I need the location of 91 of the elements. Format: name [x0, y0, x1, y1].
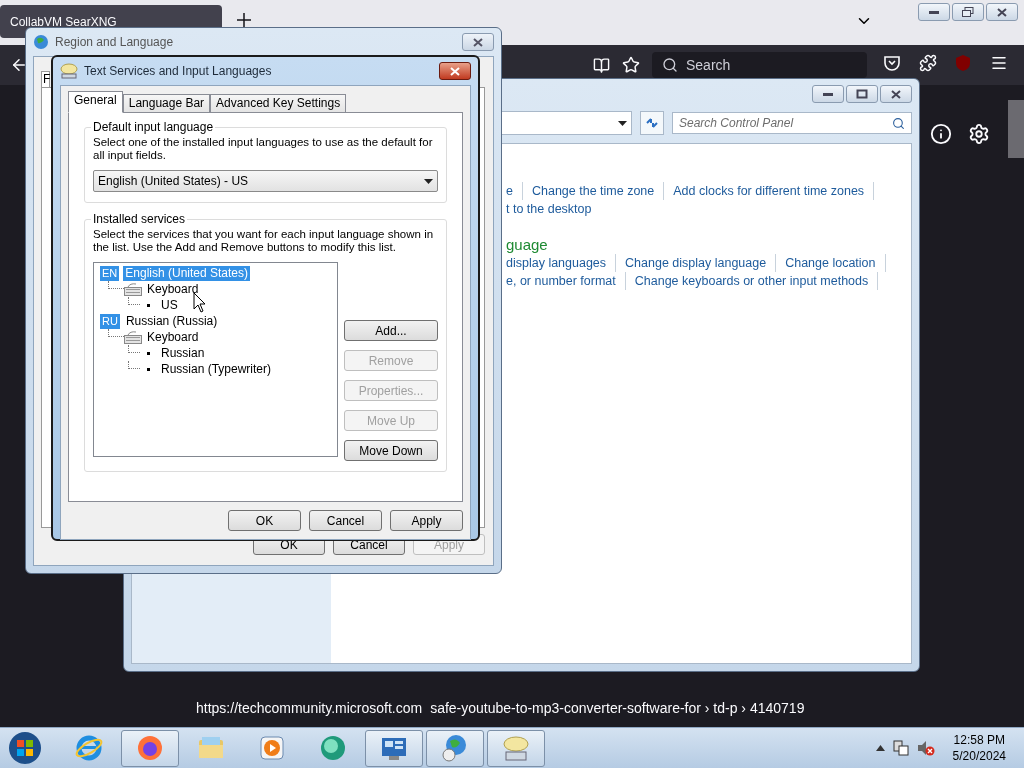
menu-icon[interactable] [990, 54, 1008, 72]
extensions-icon[interactable] [919, 54, 937, 72]
tree-item[interactable]: Keyboard [145, 329, 201, 345]
bullet-icon [147, 303, 150, 307]
link[interactable]: e, or number format [506, 272, 626, 290]
search-icon [892, 116, 905, 130]
dialog-button[interactable]: Cancel [309, 510, 382, 531]
keyboard-icon [124, 330, 142, 344]
tab[interactable]: Language Bar [122, 94, 211, 112]
tab[interactable]: Advanced Key Settings [210, 94, 347, 112]
pocket-icon[interactable] [883, 54, 901, 72]
windows-logo [8, 731, 42, 765]
caret-icon [618, 120, 627, 126]
volume-muted-icon[interactable] [916, 740, 935, 756]
restore-button[interactable] [952, 3, 984, 21]
link[interactable]: Change location [785, 254, 886, 272]
group-title: Default input language [91, 120, 216, 134]
bullet-icon [147, 367, 150, 371]
sphere-app-icon [318, 733, 348, 763]
show-hidden-icon[interactable] [875, 745, 885, 751]
tab[interactable]: General [68, 91, 123, 113]
link[interactable]: e [506, 182, 523, 200]
taskbar-app[interactable] [365, 729, 423, 767]
restore-icon [962, 7, 974, 17]
close-button[interactable] [880, 85, 912, 103]
dialog-button[interactable]: Apply [390, 510, 463, 531]
description: Select one of the installed input languages to use as the default for all input fields. [93, 136, 434, 162]
tree-item[interactable]: Russian (Russia) [123, 313, 220, 329]
close-button[interactable] [986, 3, 1018, 21]
maximize-icon [856, 89, 868, 99]
group-title: Installed services [91, 212, 188, 226]
reader-view-icon[interactable] [593, 56, 610, 74]
status-url: https://techcommunity.microsoft.com [196, 700, 423, 716]
close-button[interactable] [439, 62, 471, 80]
window-title: Region and Language [55, 35, 175, 49]
maximize-button[interactable] [846, 85, 878, 103]
taskbar-app[interactable] [487, 729, 545, 767]
taskbar-app[interactable] [121, 729, 179, 767]
minimize-button[interactable] [918, 3, 950, 21]
network-icon[interactable] [892, 740, 909, 756]
search-field[interactable]: Search [652, 52, 867, 78]
dialog-button[interactable]: Add... [344, 320, 438, 341]
star-icon[interactable] [622, 56, 640, 74]
keyboard-balloon-icon [501, 733, 531, 763]
caret-icon [424, 178, 433, 184]
globe-icon [33, 34, 49, 50]
minimize-icon [929, 10, 939, 14]
status-url: safe-youtube-to-mp3-converter-software-for › td-p › 4140719 [430, 700, 805, 716]
new-tab-icon[interactable] [236, 12, 252, 28]
settings-icon[interactable] [968, 123, 990, 145]
link[interactable]: display languages [506, 254, 617, 272]
language-dropdown[interactable]: English (United States) - US [93, 170, 438, 192]
description: Select the services that you want for each input language shown in the list. Use the Add and Remove buttons to modify this list. [93, 228, 435, 254]
window-title: Text Services and Input Languages [84, 64, 273, 78]
language-code-badge: EN [100, 265, 120, 281]
taskbar-app[interactable] [426, 729, 484, 767]
search-field[interactable]: Search Control Panel [672, 112, 912, 134]
tab[interactable]: F [41, 71, 50, 87]
close-icon [450, 66, 460, 76]
section-heading: guage [506, 236, 548, 254]
close-icon [891, 89, 901, 99]
close-button[interactable] [462, 33, 494, 51]
keyboard-icon [124, 282, 142, 296]
refresh-button[interactable] [640, 111, 664, 135]
media-player-icon [257, 733, 287, 763]
firefox-icon [135, 733, 165, 763]
link[interactable]: Change the time zone [531, 182, 665, 200]
link[interactable]: Change keyboards or other input methods [634, 272, 879, 290]
browser-e-icon [74, 733, 104, 763]
dialog-button[interactable]: OK [228, 510, 301, 531]
close-icon [473, 37, 483, 47]
info-icon[interactable] [930, 123, 952, 145]
minimize-icon [823, 92, 833, 96]
bullet-icon [147, 351, 150, 355]
link[interactable]: t to the desktop [506, 200, 601, 218]
link[interactable]: Add clocks for different time zones [673, 182, 875, 200]
keyboard-balloon-icon [60, 63, 78, 79]
language-code-badge: RU [100, 313, 120, 329]
close-icon [997, 7, 1007, 17]
tree-item[interactable]: Russian (Typewriter) [159, 361, 274, 377]
scrollbar-thumb[interactable] [1008, 100, 1024, 158]
tree-item[interactable]: US [159, 297, 180, 313]
tree-item[interactable]: Keyboard [145, 281, 201, 297]
refresh-icon [645, 117, 659, 129]
link[interactable]: Change display language [625, 254, 777, 272]
back-icon[interactable] [10, 56, 28, 74]
tree-item[interactable]: Russian [159, 345, 207, 361]
dialog-button[interactable]: Move Down [344, 440, 438, 461]
search-icon [662, 57, 678, 73]
clock[interactable]: 12:58 PM 5/20/2024 [952, 732, 1006, 764]
minimize-button[interactable] [812, 85, 844, 103]
